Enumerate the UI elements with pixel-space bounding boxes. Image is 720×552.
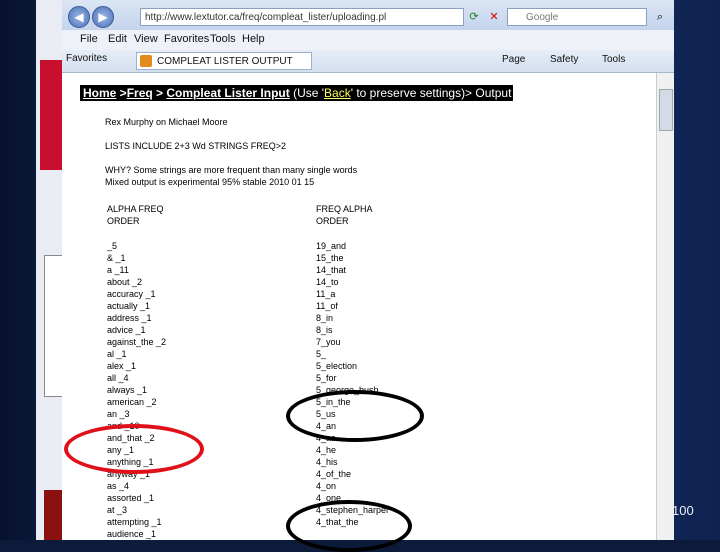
menu-edit[interactable]: Edit xyxy=(108,33,127,45)
alpha-list-item: accuracy _1 xyxy=(107,289,156,299)
freq-list-item: 14_to xyxy=(316,277,339,287)
vertical-scrollbar[interactable] xyxy=(656,73,674,540)
tab-compleat-lister[interactable]: COMPLEAT LISTER OUTPUT xyxy=(136,52,312,70)
freq-order-list: 19_and 15_the 14_that 14_to 11_a 11_of 8_in 8_i… xyxy=(316,240,389,528)
freq-list-item: 4_of_the xyxy=(316,469,352,479)
alpha-list-item: al _1 xyxy=(107,349,127,359)
nav-sep: > xyxy=(116,86,127,100)
background-red-banner xyxy=(40,60,64,170)
freq-list-item: 19_and xyxy=(316,241,347,251)
alpha-list-item: advice _1 xyxy=(107,325,146,335)
alpha-list-item: american _2 xyxy=(107,397,157,407)
alpha-list-item: attempting _1 xyxy=(107,517,162,527)
freq-list-item: 5_for xyxy=(316,373,337,383)
freq-list-item: 11_of xyxy=(316,301,338,311)
alpha-list-item: actually _1 xyxy=(107,301,151,311)
page-line: LISTS INCLUDE 2+3 Wd STRINGS FREQ>2 xyxy=(105,141,287,151)
red-highlight-circle xyxy=(64,424,204,474)
right-column-header: FREQ ALPHA ORDER xyxy=(316,204,373,226)
freq-list-item: 5_election xyxy=(316,361,358,371)
freq-list-item: 4_his xyxy=(316,457,338,467)
page-line: Rex Murphy on Michael Moore xyxy=(105,117,228,127)
refresh-icon[interactable]: ⟳ xyxy=(466,9,482,25)
slide-page-number: 100 xyxy=(672,503,694,518)
safety-menu[interactable]: Safety xyxy=(550,54,578,65)
alpha-list-item: _5 xyxy=(107,241,118,251)
scrollbar-thumb[interactable] xyxy=(659,89,673,131)
page-menu[interactable]: Page xyxy=(502,54,525,65)
tab-bar: Favorites COMPLEAT LISTER OUTPUT Page Sa… xyxy=(62,50,674,73)
menu-help[interactable]: Help xyxy=(242,33,265,45)
search-input[interactable]: Google xyxy=(507,8,647,26)
menu-favorites[interactable]: Favorites xyxy=(164,33,209,45)
address-bar-area: ◀ ▶ http://www.lextutor.ca/freq/compleat… xyxy=(62,0,674,30)
alpha-list-item: assorted _1 xyxy=(107,493,155,503)
forward-arrow-icon[interactable]: ▶ xyxy=(92,6,114,28)
lister-input-link[interactable]: Compleat Lister Input xyxy=(166,86,289,100)
freq-list-item: 4_he xyxy=(316,445,337,455)
alpha-list-item: against_the _2 xyxy=(107,337,167,347)
freq-list-item: 8_is xyxy=(316,325,333,335)
freq-list-item: 14_that xyxy=(316,265,347,275)
alpha-list-item: all _4 xyxy=(107,373,129,383)
nav-sep: > xyxy=(152,86,167,100)
freq-list-item: 8_in xyxy=(316,313,334,323)
nav-text: ' to preserve settings)> Output xyxy=(350,86,512,100)
black-highlight-circle xyxy=(286,500,412,552)
page-line: Mixed output is experimental 95% stable … xyxy=(105,177,315,187)
page-icon xyxy=(140,55,152,67)
alpha-list-item: & _1 xyxy=(107,253,126,263)
back-link[interactable]: Back xyxy=(324,86,351,100)
page-line: WHY? Some strings are more frequent than… xyxy=(105,165,358,175)
alpha-order-list: _5 & _1a _11about _2 accuracy _1 actually _… xyxy=(107,240,166,540)
tools-menu[interactable]: Tools xyxy=(602,54,625,65)
nav-text: (Use ' xyxy=(289,86,325,100)
alpha-list-item: at _3 xyxy=(107,505,128,515)
search-icon[interactable]: ⌕ xyxy=(652,9,668,25)
menu-view[interactable]: View xyxy=(134,33,158,45)
favorites-button[interactable]: Favorites xyxy=(66,53,107,64)
alpha-list-item: alex _1 xyxy=(107,361,137,371)
freq-list-item: 15_the xyxy=(316,253,344,263)
home-link[interactable]: Home xyxy=(83,86,116,100)
freq-list-item: 11_a xyxy=(316,289,336,299)
freq-link[interactable]: Freq xyxy=(127,86,153,100)
alpha-list-item: audience _1 xyxy=(107,529,157,539)
freq-list-item: 4_on xyxy=(316,481,337,491)
page-title-bar: Home >Freq > Compleat Lister Input (Use … xyxy=(80,85,513,101)
menu-file[interactable]: File xyxy=(80,33,98,45)
alpha-list-item: address _1 xyxy=(107,313,152,323)
menu-bar: File Edit View Favorites Tools Help xyxy=(62,30,674,51)
freq-list-item: 7_you xyxy=(316,337,341,347)
alpha-list-item: about _2 xyxy=(107,277,143,287)
back-arrow-icon[interactable]: ◀ xyxy=(68,6,90,28)
alpha-list-item: as _4 xyxy=(107,481,130,491)
menu-tools[interactable]: Tools xyxy=(210,33,236,45)
freq-list-item: 5_ xyxy=(316,349,327,359)
left-column-header: ALPHA FREQ ORDER xyxy=(107,204,164,226)
address-field[interactable]: http://www.lextutor.ca/freq/compleat_lis… xyxy=(140,8,464,26)
alpha-list-item: a _11 xyxy=(107,265,129,275)
alpha-list-item: an _3 xyxy=(107,409,130,419)
alpha-list-item: always _1 xyxy=(107,385,148,395)
stop-icon[interactable]: ✕ xyxy=(486,9,502,25)
black-highlight-circle xyxy=(286,390,424,442)
